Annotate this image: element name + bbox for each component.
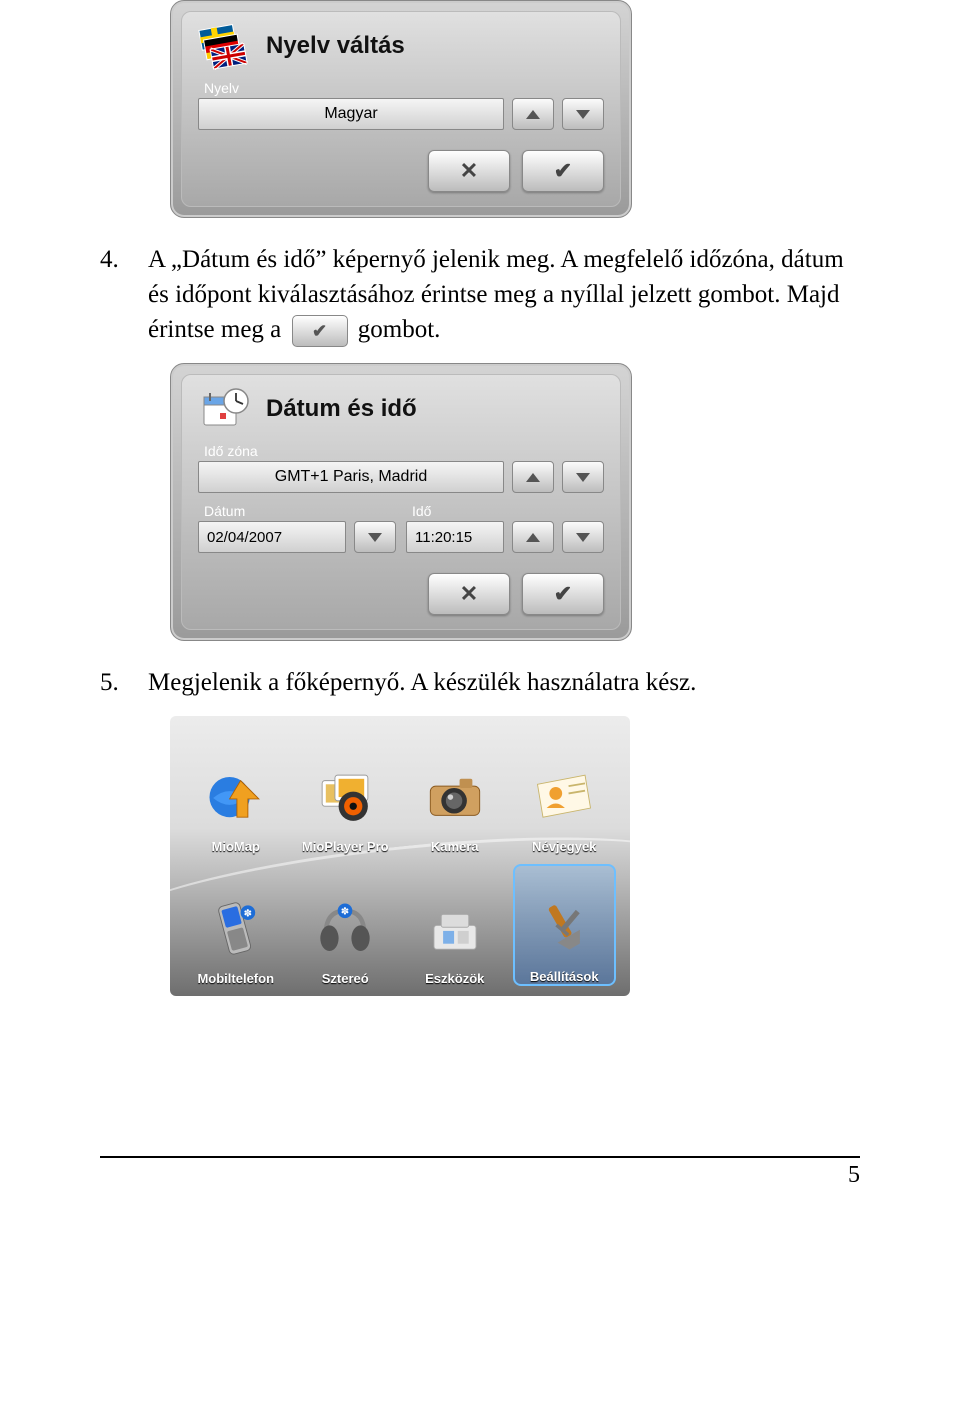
app-label: Névjegyek (532, 839, 596, 854)
main-screen: MioMap MioPlayer Pro (170, 716, 630, 996)
date-down-button[interactable] (354, 521, 396, 553)
chevron-up-icon (526, 473, 540, 482)
field-label-date: Dátum (204, 503, 396, 519)
confirm-button[interactable]: ✔ (522, 150, 604, 192)
page-number: 5 (100, 1162, 860, 1189)
app-kamera[interactable]: Kamera (403, 732, 507, 854)
field-label-time: Idő (412, 503, 604, 519)
step-4-part1: A „Dátum és idő” képernyő jelenik meg. A… (148, 246, 844, 343)
language-dialog: Nyelv váltás Nyelv Magyar ✕ ✔ (170, 0, 632, 218)
step-5-body: Megjelenik a főképernyő. A készülék hasz… (148, 665, 860, 700)
app-beallitasok[interactable]: Beállítások (513, 864, 617, 986)
app-label: Sztereó (322, 971, 369, 986)
time-value[interactable]: 11:20:15 (406, 521, 504, 553)
settings-icon (528, 893, 600, 963)
svg-text:✽: ✽ (341, 907, 349, 918)
contacts-icon (528, 763, 600, 833)
chevron-up-icon (526, 110, 540, 119)
date-value[interactable]: 02/04/2007 (198, 521, 346, 553)
chevron-down-icon (576, 473, 590, 482)
cancel-button[interactable]: ✕ (428, 150, 510, 192)
check-icon: ✔ (554, 581, 572, 607)
step-number: 4. (100, 242, 130, 347)
app-label: MioPlayer Pro (302, 839, 389, 854)
confirm-button[interactable]: ✔ (522, 573, 604, 615)
footer-divider (100, 1156, 860, 1158)
check-icon: ✔ (554, 158, 572, 184)
camera-icon (419, 763, 491, 833)
app-label: Eszközök (425, 971, 484, 986)
globe-icon (200, 763, 272, 833)
app-label: Beállítások (530, 969, 599, 984)
tools-icon (419, 895, 491, 965)
x-icon: ✕ (460, 158, 478, 184)
step-4-text: 4. A „Dátum és idő” képernyő jelenik meg… (100, 242, 860, 347)
media-icon (309, 763, 381, 833)
language-value[interactable]: Magyar (198, 98, 504, 130)
language-down-button[interactable] (562, 98, 604, 130)
app-label: Mobiltelefon (197, 971, 274, 986)
phone-icon: ✽ (200, 895, 272, 965)
app-eszkozok[interactable]: Eszközök (403, 864, 507, 986)
calendar-clock-icon (198, 385, 254, 433)
app-label: Kamera (431, 839, 479, 854)
app-miomap[interactable]: MioMap (184, 732, 288, 854)
field-label-timezone: Idő zóna (204, 443, 604, 459)
check-icon: ✔ (312, 319, 327, 344)
timezone-up-button[interactable] (512, 461, 554, 493)
inline-check-button: ✔ (292, 315, 348, 347)
step-4-part2: gombot. (358, 316, 441, 343)
svg-text:✽: ✽ (243, 909, 251, 920)
dialog-title: Nyelv váltás (266, 32, 405, 60)
chevron-down-icon (368, 533, 382, 542)
field-label-language: Nyelv (204, 80, 604, 96)
headphones-icon: ✽ (309, 895, 381, 965)
app-label: MioMap (212, 839, 260, 854)
step-number: 5. (100, 665, 130, 700)
x-icon: ✕ (460, 581, 478, 607)
step-5-text: 5. Megjelenik a főképernyő. A készülék h… (100, 665, 860, 700)
chevron-down-icon (576, 533, 590, 542)
app-sztereo[interactable]: ✽ Sztereó (294, 864, 398, 986)
dialog-title: Dátum és idő (266, 395, 417, 423)
datetime-dialog: Dátum és idő Idő zóna GMT+1 Paris, Madri… (170, 363, 632, 641)
timezone-value[interactable]: GMT+1 Paris, Madrid (198, 461, 504, 493)
timezone-down-button[interactable] (562, 461, 604, 493)
app-mioplayer[interactable]: MioPlayer Pro (294, 732, 398, 854)
chevron-down-icon (576, 110, 590, 119)
cancel-button[interactable]: ✕ (428, 573, 510, 615)
chevron-up-icon (526, 533, 540, 542)
language-up-button[interactable] (512, 98, 554, 130)
time-up-button[interactable] (512, 521, 554, 553)
app-nevjegyek[interactable]: Névjegyek (513, 732, 617, 854)
app-mobil[interactable]: ✽ Mobiltelefon (184, 864, 288, 986)
time-down-button[interactable] (562, 521, 604, 553)
flags-icon (198, 22, 254, 70)
